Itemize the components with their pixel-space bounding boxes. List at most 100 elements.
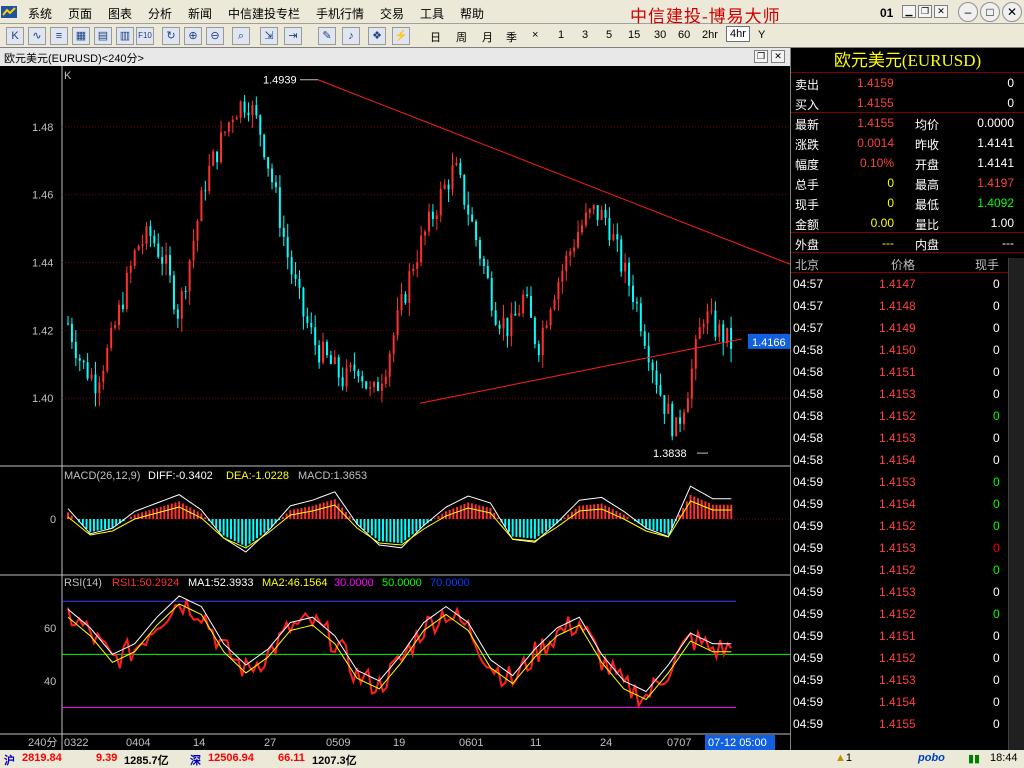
x-tick-label: 0707 <box>667 737 691 749</box>
chart-restore-icon[interactable]: ❐ <box>754 50 768 63</box>
arrow-right-icon[interactable]: ⇥ <box>284 27 302 45</box>
candle-body <box>341 377 344 387</box>
candle-body <box>357 371 360 377</box>
cursor-time-label: 07-12 05:00 <box>708 737 767 749</box>
period-2hr[interactable]: 2hr <box>702 29 718 41</box>
report-icon[interactable]: ▤ <box>94 27 112 45</box>
menu-analysis[interactable]: 分析 <box>148 5 172 22</box>
period-4hr[interactable]: 4hr <box>726 26 750 42</box>
list-icon[interactable]: ≡ <box>50 27 68 45</box>
candle-body <box>502 317 505 329</box>
candle-body <box>624 262 627 272</box>
candle-body <box>592 205 595 210</box>
tick-row: 04:59 1.4154 0 <box>791 691 1024 713</box>
period-close[interactable]: × <box>532 29 538 41</box>
toolbar: K ∿ ≡ ▦ ▤ ▥ F10 ↻ ⊕ ⊖ ⌕ ⇲ ⇥ ✎ ♪ ❖ ⚡ 日 周 … <box>0 24 1024 48</box>
candle-body <box>290 257 293 275</box>
period-season[interactable]: 季 <box>506 29 517 45</box>
quote-label: 均价 <box>915 118 940 132</box>
tick-header: 北京 价格 现手 <box>791 253 1024 273</box>
candle-body <box>612 234 615 241</box>
candle-body <box>365 381 368 389</box>
menu-help[interactable]: 帮助 <box>460 5 484 22</box>
candle-body <box>361 376 364 382</box>
tick-volume: 0 <box>993 475 1000 489</box>
menu-news[interactable]: 新闻 <box>188 5 212 22</box>
menu-chart[interactable]: 图表 <box>108 5 132 22</box>
period-month[interactable]: 月 <box>482 29 493 45</box>
zoom-out-icon[interactable]: ⊖ <box>206 27 224 45</box>
maximize-icon[interactable]: □ <box>980 2 1000 22</box>
tick-price: 1.4152 <box>879 563 916 577</box>
arrow-down-icon[interactable]: ⇲ <box>260 27 278 45</box>
mdi-close-icon[interactable]: ✕ <box>934 5 948 18</box>
period-day[interactable]: 日 <box>430 29 441 45</box>
edit-icon[interactable]: ✎ <box>318 27 336 45</box>
candle-body <box>333 357 336 365</box>
chart-close-icon[interactable]: ✕ <box>771 50 785 63</box>
period-3[interactable]: 3 <box>582 29 588 41</box>
tick-volume: 0 <box>993 541 1000 555</box>
x-tick-label: 0509 <box>326 737 350 749</box>
candle-body <box>337 357 340 378</box>
close-icon[interactable]: ✕ <box>1002 2 1022 22</box>
quote-value: 1.00 <box>990 216 1014 230</box>
menu-column[interactable]: 中信建投专栏 <box>228 5 300 22</box>
kline-chart[interactable]: 1.48 1.46 1.44 1.42 1.40 K 1.4939 1.3838 1.4166 M… <box>0 48 790 750</box>
tick-price: 1.4153 <box>879 475 916 489</box>
alert-count[interactable]: ▲1 <box>835 752 852 764</box>
refresh-icon[interactable]: ↻ <box>162 27 180 45</box>
candle-body <box>486 266 489 279</box>
mdi-minimize-icon[interactable]: ▁ <box>902 5 916 18</box>
candle-body <box>584 212 587 226</box>
zoom-icon[interactable]: ⌕ <box>232 27 250 45</box>
candle-body <box>616 234 619 240</box>
menu-system[interactable]: 系统 <box>28 5 52 22</box>
menu-mobile[interactable]: 手机行情 <box>316 5 364 22</box>
zoom-in-icon[interactable]: ⊕ <box>184 27 202 45</box>
candle-body <box>639 303 642 332</box>
candle-body <box>416 262 419 269</box>
menu-page[interactable]: 页面 <box>68 5 92 22</box>
period-30[interactable]: 30 <box>654 29 666 41</box>
menu-tools[interactable]: 工具 <box>420 5 444 22</box>
mdi-restore-icon[interactable]: ❐ <box>918 5 932 18</box>
candle-body <box>655 370 658 386</box>
candle-body <box>204 190 207 192</box>
f10-icon[interactable]: F10 <box>136 27 154 45</box>
tick-scrollbar[interactable] <box>1008 258 1024 750</box>
grid-icon[interactable]: ▦ <box>72 27 90 45</box>
quote-label: 总手 <box>795 178 820 192</box>
multi-icon[interactable]: ❖ <box>368 27 386 45</box>
candle-body <box>545 325 548 328</box>
menu-trade[interactable]: 交易 <box>380 5 404 22</box>
rsi-tick-label: 40 <box>44 676 56 688</box>
period-60[interactable]: 60 <box>678 29 690 41</box>
tick-row: 04:58 1.4154 0 <box>791 449 1024 471</box>
chart-title-bar: 欧元美元(EURUSD)<240分> ❐ ✕ <box>0 48 790 66</box>
candle-body <box>541 327 544 356</box>
period-5[interactable]: 5 <box>606 29 612 41</box>
candle-body <box>349 364 352 368</box>
tick-price: 1.4150 <box>879 343 916 357</box>
macd-dea: DEA:-1.0228 <box>226 470 289 482</box>
sh-index: 2819.84 <box>22 752 62 764</box>
trend-icon[interactable]: ∿ <box>28 27 46 45</box>
chart-area[interactable]: 1.48 1.46 1.44 1.42 1.40 K 1.4939 1.3838 1.4166 M… <box>0 48 790 750</box>
candle-body <box>569 251 572 256</box>
x-tick-label: 27 <box>264 737 276 749</box>
candle-body <box>522 294 525 314</box>
minimize-icon[interactable]: – <box>958 2 978 22</box>
period-week[interactable]: 周 <box>456 29 467 45</box>
period-1[interactable]: 1 <box>558 29 564 41</box>
bar-chart-icon[interactable]: ▥ <box>116 27 134 45</box>
lightning-icon[interactable]: ⚡ <box>392 27 410 45</box>
period-15[interactable]: 15 <box>628 29 640 41</box>
alarm-icon[interactable]: ♪ <box>342 27 360 45</box>
candle-body <box>114 325 117 328</box>
candle-body <box>145 226 148 244</box>
sell-row: 卖出 1.4159 0 <box>795 76 1014 92</box>
candle-body <box>510 313 513 337</box>
period-year[interactable]: Y <box>758 29 765 41</box>
kline-icon[interactable]: K <box>6 27 24 45</box>
